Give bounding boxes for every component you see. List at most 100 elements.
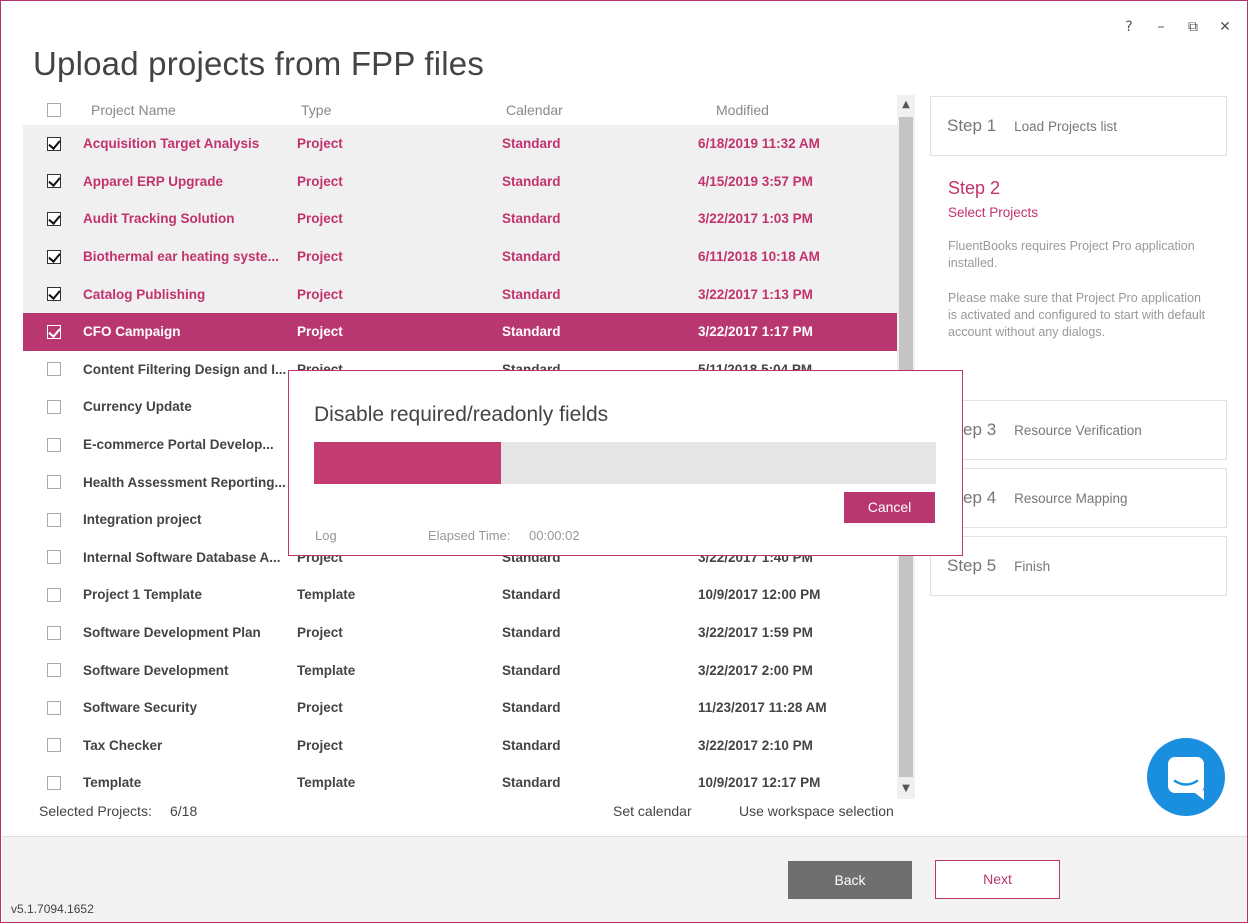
cell-calendar: Standard (502, 662, 561, 678)
cell-type: Template (297, 662, 356, 678)
row-checkbox[interactable] (47, 324, 61, 339)
row-checkbox[interactable] (47, 663, 61, 678)
cell-calendar: Standard (502, 249, 561, 265)
select-all-checkbox[interactable] (47, 103, 61, 117)
step-label: Resource Verification (1014, 422, 1142, 438)
next-button[interactable]: Next (935, 860, 1060, 899)
progress-bar (314, 442, 936, 484)
cell-calendar: Standard (502, 737, 561, 753)
header-type[interactable]: Type (297, 102, 502, 118)
cancel-button[interactable]: Cancel (844, 492, 935, 523)
bottom-bar: Back Next v5.1.7094.1652 (2, 836, 1247, 922)
row-checkbox[interactable] (47, 249, 61, 264)
set-calendar-link[interactable]: Set calendar (613, 803, 692, 819)
log-link[interactable]: Log (315, 528, 337, 543)
table-row[interactable]: Audit Tracking Solution Project Standard 3/… (23, 200, 897, 238)
wizard-steps: Step 1 Load Projects list Step 2 Select … (930, 96, 1227, 604)
cell-modified: 3/22/2017 2:00 PM (698, 662, 813, 678)
step-2: Step 2 Select Projects FluentBooks requi… (930, 164, 1227, 394)
step-number: Step 2 (948, 178, 1001, 198)
cell-project-name: Audit Tracking Solution (83, 211, 235, 227)
table-row[interactable]: Tax Checker Project Standard 3/22/2017 2:10… (23, 727, 897, 765)
step-number: Step 5 (947, 556, 997, 575)
step-label: Resource Mapping (1014, 490, 1128, 506)
table-row[interactable]: Catalog Publishing Project Standard 3/22/20… (23, 275, 897, 313)
table-row[interactable]: Software Security Project Standard 11/23/20… (23, 689, 897, 727)
cell-project-name: Software Security (83, 700, 198, 716)
cell-modified: 6/18/2019 11:32 AM (698, 136, 820, 152)
row-checkbox[interactable] (47, 399, 61, 414)
cell-type: Project (297, 700, 343, 716)
row-checkbox[interactable] (47, 475, 61, 490)
step-1: Step 1 Load Projects list (930, 96, 1227, 156)
cell-modified: 3/22/2017 1:13 PM (698, 286, 813, 302)
row-checkbox[interactable] (47, 550, 61, 565)
cell-modified: 3/22/2017 1:17 PM (698, 324, 813, 340)
row-checkbox[interactable] (47, 437, 61, 452)
step-3: Step 3 Resource Verification (930, 400, 1227, 460)
row-checkbox[interactable] (47, 211, 61, 226)
scroll-down-icon[interactable]: ▼ (897, 779, 915, 799)
cell-modified: 10/9/2017 12:00 PM (698, 587, 821, 603)
progress-dialog: Disable required/readonly fields Cancel … (288, 370, 963, 556)
cell-type: Project (297, 211, 343, 227)
table-row[interactable]: Apparel ERP Upgrade Project Standard 4/15/2… (23, 162, 897, 201)
minimize-icon[interactable]: – (1155, 19, 1167, 35)
cell-type: Project (297, 249, 343, 265)
use-workspace-selection-link[interactable]: Use workspace selection (739, 803, 894, 819)
row-checkbox[interactable] (47, 738, 61, 753)
table-row[interactable]: Software Development Template Standard 3/22… (23, 651, 897, 689)
cell-calendar: Standard (502, 324, 561, 340)
cell-modified: 11/23/2017 11:28 AM (698, 700, 827, 716)
cell-calendar: Standard (502, 286, 561, 302)
row-checkbox[interactable] (47, 587, 61, 602)
row-checkbox[interactable] (47, 287, 61, 302)
step-4: Step 4 Resource Mapping (930, 468, 1227, 528)
cell-project-name: Health Assessment Reporting... (83, 474, 286, 490)
row-checkbox[interactable] (47, 362, 61, 377)
step-label: Load Projects list (1014, 118, 1117, 134)
row-checkbox[interactable] (47, 174, 61, 189)
cell-modified: 3/22/2017 1:59 PM (698, 625, 813, 641)
cell-project-name: Acquisition Target Analysis (83, 136, 260, 152)
header-calendar[interactable]: Calendar (502, 102, 698, 118)
header-project-name[interactable]: Project Name (83, 102, 297, 118)
cell-project-name: Currency Update (83, 399, 192, 415)
scroll-up-icon[interactable]: ▲ (897, 95, 915, 115)
table-row[interactable]: Acquisition Target Analysis Project Standa… (23, 125, 897, 163)
row-checkbox[interactable] (47, 512, 61, 527)
cell-type: Project (297, 324, 343, 340)
cell-project-name: Biothermal ear heating syste... (83, 249, 279, 265)
cell-calendar: Standard (502, 625, 561, 641)
restore-icon[interactable]: ⧉ (1187, 19, 1199, 35)
help-icon[interactable]: ? (1123, 19, 1135, 35)
row-checkbox[interactable] (47, 775, 61, 790)
back-button[interactable]: Back (788, 861, 912, 899)
table-row[interactable]: CFO Campaign Project Standard 3/22/2017 1:1… (23, 312, 897, 351)
cell-calendar: Standard (502, 775, 561, 791)
cell-project-name: Integration project (83, 512, 202, 528)
header-modified[interactable]: Modified (698, 102, 888, 118)
cell-project-name: E-commerce Portal Develop... (83, 437, 274, 453)
cell-project-name: Software Development Plan (83, 625, 261, 641)
cell-project-name: Project 1 Template (83, 587, 203, 603)
table-row[interactable]: Software Development Plan Project Standard… (23, 614, 897, 652)
cell-modified: 4/15/2019 3:57 PM (698, 173, 813, 189)
table-row[interactable]: Biothermal ear heating syste... Project St… (23, 237, 897, 276)
selected-projects-count: 6/18 (170, 803, 198, 819)
dialog-title: Disable required/readonly fields (314, 403, 609, 426)
row-checkbox[interactable] (47, 136, 61, 151)
table-row[interactable]: Project 1 Template Template Standard 10/9/2… (23, 576, 897, 614)
row-checkbox[interactable] (47, 700, 61, 715)
cell-calendar: Standard (502, 700, 561, 716)
cell-calendar: Standard (502, 587, 561, 603)
version-label: v5.1.7094.1652 (11, 902, 94, 916)
cell-calendar: Standard (502, 173, 561, 189)
chat-icon[interactable] (1147, 738, 1225, 816)
close-icon[interactable]: ✕ (1219, 19, 1231, 35)
row-checkbox[interactable] (47, 625, 61, 640)
table-row[interactable]: Template Template Standard 10/9/2017 12:17 … (23, 764, 897, 802)
step-description: FluentBooks requires Project Pro applica… (948, 239, 1195, 270)
cell-project-name: Software Development (83, 662, 229, 678)
cell-calendar: Standard (502, 211, 561, 227)
